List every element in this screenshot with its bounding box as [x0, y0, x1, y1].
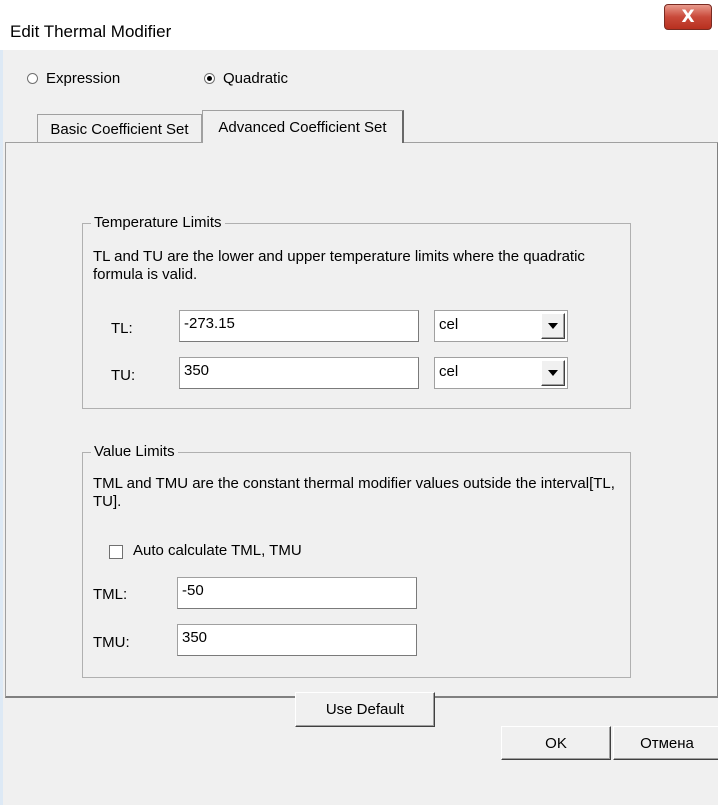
tab-advanced-label: Advanced Coefficient Set: [218, 118, 387, 136]
temperature-limits-description: TL and TU are the lower and upper temper…: [93, 248, 585, 283]
cancel-button[interactable]: Отмена: [613, 726, 718, 760]
chevron-down-icon: [548, 323, 558, 329]
temperature-limits-group: Temperature Limits TL and TU are the low…: [82, 214, 631, 409]
radio-quadratic[interactable]: Quadratic: [204, 70, 288, 87]
tab-basic-label: Basic Coefficient Set: [50, 120, 189, 138]
close-icon: X: [681, 7, 695, 27]
tu-input[interactable]: 350: [179, 357, 419, 389]
tab-panel-advanced: Temperature Limits TL and TU are the low…: [5, 142, 718, 727]
tl-label: TL:: [111, 320, 133, 337]
use-default-button[interactable]: Use Default: [295, 692, 435, 727]
chevron-down-icon: [548, 370, 558, 376]
tmu-input[interactable]: 350: [177, 624, 417, 656]
tml-label: TML:: [93, 586, 128, 603]
tu-unit-value: cel: [439, 363, 459, 380]
tml-input[interactable]: -50: [177, 577, 417, 609]
radio-quadratic-indicator[interactable]: [204, 73, 215, 84]
dialog-body: Expression Quadratic Basic Coefficient S…: [0, 50, 718, 805]
radio-expression-label: Expression: [46, 70, 121, 87]
title-bar: Edit Thermal Modifier X: [0, 0, 718, 50]
value-limits-description: TML and TMU are the constant thermal mod…: [93, 475, 615, 510]
radio-quadratic-label: Quadratic: [223, 70, 289, 87]
close-button[interactable]: X: [664, 4, 712, 30]
cancel-label: Отмена: [640, 734, 694, 752]
temperature-limits-legend: Temperature Limits: [91, 214, 225, 231]
use-default-label: Use Default: [325, 701, 405, 718]
value-limits-legend: Value Limits: [91, 443, 178, 460]
ok-button[interactable]: OK: [501, 726, 611, 760]
tu-label: TU:: [111, 367, 136, 384]
auto-calculate-checkbox[interactable]: [109, 545, 123, 559]
tl-input[interactable]: -273.15: [179, 310, 419, 342]
tab-advanced-coefficient-set[interactable]: Advanced Coefficient Set: [202, 110, 404, 143]
radio-expression[interactable]: Expression: [27, 70, 120, 87]
ok-label: OK: [545, 734, 567, 752]
tu-unit-select[interactable]: cel: [434, 357, 568, 389]
window-title: Edit Thermal Modifier: [10, 22, 172, 41]
tu-unit-dropdown-button[interactable]: [541, 360, 565, 386]
radio-expression-indicator[interactable]: [27, 73, 38, 84]
tl-unit-value: cel: [439, 316, 459, 333]
auto-calculate-label: Auto calculate TML, TMU: [133, 542, 302, 559]
value-limits-group: Value Limits TML and TMU are the constan…: [82, 443, 631, 678]
tl-unit-select[interactable]: cel: [434, 310, 568, 342]
tab-basic-coefficient-set[interactable]: Basic Coefficient Set: [37, 114, 202, 143]
tmu-label: TMU:: [93, 634, 130, 651]
tl-unit-dropdown-button[interactable]: [541, 313, 565, 339]
